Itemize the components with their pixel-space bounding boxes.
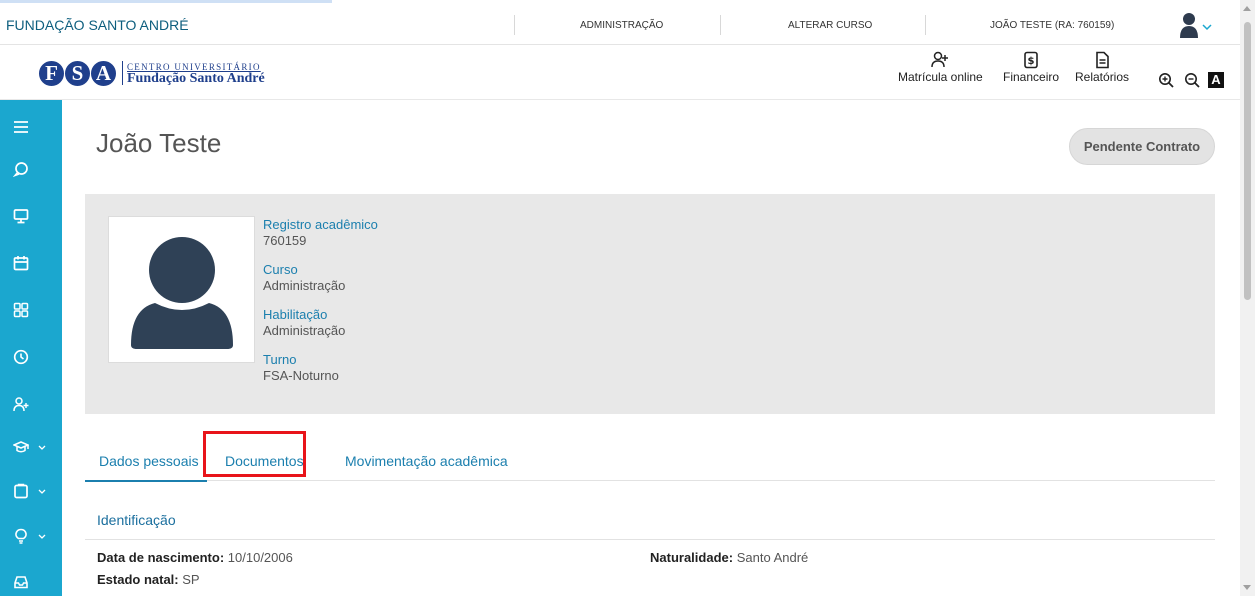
grid-icon [13, 302, 29, 318]
field-label-registro: Registro acadêmico [263, 217, 378, 232]
info-label: Data de nascimento: [97, 550, 225, 565]
section-title-identificacao: Identificação [97, 512, 176, 528]
divider [925, 15, 926, 35]
highlight-annotation-box [203, 431, 306, 477]
zoom-out-icon[interactable] [1184, 72, 1200, 88]
dollar-document-icon: $ [1024, 51, 1038, 69]
logo-letter: S [64, 59, 91, 87]
field-value-turno: FSA-Noturno [263, 368, 339, 383]
nav-relatorios[interactable]: Relatórios [1075, 51, 1129, 84]
user-info-link[interactable]: JOÃO TESTE (RA: 760159) [990, 20, 1114, 31]
sidebar-item-chat[interactable] [0, 155, 62, 185]
nav-label: Financeiro [1003, 70, 1060, 84]
info-value: Santo André [736, 550, 809, 565]
logo-letter: F [38, 59, 65, 87]
top-bar: FUNDAÇÃO SANTO ANDRÉ ADMINISTRAÇÃO ALTER… [0, 3, 1240, 45]
add-user-icon [13, 397, 29, 412]
nav-label: Relatórios [1075, 70, 1130, 84]
scroll-thumb[interactable] [1244, 22, 1251, 300]
divider [720, 15, 721, 35]
clock-icon [13, 349, 29, 365]
chevron-down-icon [38, 489, 46, 494]
field-label-habilitacao: Habilitação [263, 307, 328, 322]
logo-letter: A [90, 59, 117, 87]
page-title: João Teste [96, 128, 222, 158]
sidebar-item-calendar[interactable] [0, 249, 62, 279]
chat-icon [13, 162, 28, 177]
inbox-icon [14, 576, 28, 589]
info-naturalidade: Naturalidade: Santo André [650, 550, 808, 565]
admin-link[interactable]: ADMINISTRAÇÃO [580, 20, 663, 31]
sidebar-item-grid[interactable] [0, 296, 62, 326]
info-data-nascimento: Data de nascimento: 10/10/2006 [97, 550, 293, 565]
lightbulb-icon [15, 528, 27, 544]
sidebar-item-add-user[interactable] [0, 390, 62, 420]
scroll-down-arrow-icon[interactable] [1243, 585, 1251, 590]
info-estado-natal: Estado natal: SP [97, 572, 200, 587]
user-avatar-icon[interactable] [1180, 12, 1214, 38]
sidebar-item-lightbulb[interactable] [0, 522, 62, 552]
zoom-in-icon[interactable] [1158, 72, 1174, 88]
logo-line2: Fundação Santo André [127, 71, 265, 86]
field-label-turno: Turno [263, 352, 297, 367]
page-scrollbar[interactable] [1240, 0, 1255, 596]
info-value: SP [182, 572, 200, 587]
menu-icon [14, 121, 28, 133]
nav-matricula-online[interactable]: Matrícula online [898, 51, 983, 84]
svg-text:$: $ [1028, 56, 1035, 67]
section-divider [85, 539, 1215, 540]
add-user-icon [931, 51, 949, 68]
sidebar-item-menu[interactable] [0, 113, 62, 143]
sidebar [0, 100, 62, 596]
profile-photo [108, 216, 255, 363]
chevron-down-icon [38, 445, 46, 450]
field-value-habilitacao: Administração [263, 323, 346, 338]
fsa-logo[interactable]: F S A CENTRO UNIVERSITÁRIO Fundação Sant… [38, 56, 265, 90]
status-pendente-contrato-button[interactable]: Pendente Contrato [1069, 128, 1215, 165]
profile-card: Registro acadêmico 760159 Curso Administ… [85, 194, 1215, 414]
sidebar-item-inbox[interactable] [0, 568, 62, 598]
field-value-curso: Administração [263, 278, 346, 293]
chevron-down-icon [38, 534, 46, 539]
calendar-icon [13, 256, 29, 271]
change-course-link[interactable]: ALTERAR CURSO [788, 20, 872, 31]
field-value-registro: 760159 [263, 233, 307, 248]
institution-name: FUNDAÇÃO SANTO ANDRÉ [6, 17, 189, 33]
sidebar-item-clock[interactable] [0, 343, 62, 373]
nav-financeiro[interactable]: $ Financeiro [1003, 51, 1059, 84]
header: F S A CENTRO UNIVERSITÁRIO Fundação Sant… [0, 45, 1240, 100]
tab-movimentacao-academica[interactable]: Movimentação acadêmica [345, 453, 508, 469]
sidebar-item-monitor[interactable] [0, 202, 62, 232]
user-placeholder-icon [131, 237, 233, 349]
nav-label: Matrícula online [898, 70, 983, 84]
info-value: 10/10/2006 [227, 550, 293, 565]
monitor-icon [13, 209, 29, 224]
info-label: Naturalidade: [650, 550, 734, 565]
field-label-curso: Curso [263, 262, 298, 277]
divider [514, 15, 515, 35]
graduation-cap-icon [13, 441, 29, 453]
scroll-up-arrow-icon[interactable] [1243, 6, 1251, 11]
profile-fields: Registro acadêmico 760159 Curso Administ… [263, 217, 378, 397]
document-icon [1096, 51, 1109, 69]
sidebar-item-clipboard[interactable] [0, 477, 62, 507]
high-contrast-button[interactable]: A [1208, 72, 1224, 88]
logo-text: CENTRO UNIVERSITÁRIO Fundação Santo Andr… [122, 61, 265, 86]
info-label: Estado natal: [97, 572, 179, 587]
sidebar-item-graduation[interactable] [0, 433, 62, 463]
clipboard-icon [14, 483, 28, 499]
tab-dados-pessoais[interactable]: Dados pessoais [85, 453, 207, 482]
